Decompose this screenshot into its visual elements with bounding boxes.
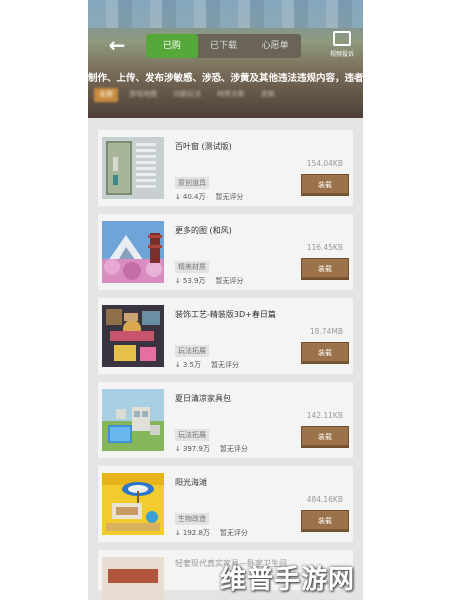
furniture-thumbnail [102, 557, 164, 600]
watermark: 维普手游网 [219, 565, 355, 595]
item-rating: 暂无评分 [211, 361, 240, 369]
item-size: 484.16KB [306, 495, 343, 504]
list-item[interactable]: 装饰工艺-精装版3D+春日篇 18.74MB 玩法拓展 ↓ 3.5万 暂无评分 装载 [98, 298, 353, 374]
sunny-beach-thumbnail [102, 473, 164, 535]
message-icon [333, 31, 351, 46]
filter-maps[interactable]: 游戏地图 [124, 88, 162, 102]
item-title: 装饰工艺-精装版3D+春日篇 [175, 310, 276, 319]
item-tag: 玩法拓展 [175, 429, 209, 441]
feedback-button[interactable]: 视频投诉 [324, 31, 360, 58]
header: ← 已购 已下载 心愿单 视频投诉 制作、上传、发布涉敏感、涉恐、涉黄及其他违法… [88, 0, 363, 118]
item-size: 154.04KB [306, 159, 343, 168]
warning-banner: 制作、上传、发布涉敏感、涉恐、涉黄及其他违法违规内容，违者将 [88, 73, 363, 84]
list-item[interactable]: 夏日清凉家具包 142.11KB 玩法拓展 ↓ 397.9万 暂无评分 装载 [98, 382, 353, 458]
tab-wishlist[interactable]: 心愿单 [249, 34, 301, 58]
list-item[interactable]: 阳光海滩 484.16KB 生物改造 ↓ 192.8万 暂无评分 装载 [98, 466, 353, 542]
back-arrow-icon[interactable]: ← [106, 34, 128, 56]
tab-downloaded[interactable]: 已下载 [198, 34, 250, 58]
item-stats: ↓ 40.4万 暂无评分 [175, 192, 243, 202]
filter-textures[interactable]: 材质光影 [212, 88, 250, 102]
filter-gameplay[interactable]: 功能玩法 [168, 88, 206, 102]
item-size: 116.45KB [306, 243, 343, 252]
download-icon: ↓ [175, 529, 181, 537]
feedback-label: 视频投诉 [329, 51, 354, 58]
item-rating: 暂无评分 [219, 529, 248, 537]
japanese-scenery-thumbnail [102, 221, 164, 283]
item-size: 18.74MB [309, 327, 343, 336]
item-rating: 暂无评分 [215, 277, 244, 285]
download-icon: ↓ [175, 193, 181, 201]
download-icon: ↓ [175, 361, 181, 369]
filter-all[interactable]: 全部 [94, 88, 118, 102]
install-button[interactable]: 装载 [301, 174, 349, 196]
item-rating: 暂无评分 [215, 193, 244, 201]
item-size: 142.11KB [306, 411, 343, 420]
list-item[interactable]: 百叶窗 (测试版) 154.04KB 原创道具 ↓ 40.4万 暂无评分 装载 [98, 130, 353, 206]
item-downloads: 40.4万 [182, 193, 206, 201]
item-downloads: 53.9万 [182, 277, 206, 285]
item-title: 阳光海滩 [175, 478, 207, 487]
item-list: 百叶窗 (测试版) 154.04KB 原创道具 ↓40.4万暂无评分 装载 [98, 130, 353, 600]
summer-furniture-thumbnail [102, 389, 164, 451]
install-button[interactable]: 装载 [301, 510, 349, 532]
download-icon: ↓ [175, 277, 181, 285]
item-stats: ↓ 53.9万 暂无评分 [175, 276, 243, 286]
item-downloads: 397.9万 [182, 445, 210, 453]
download-icon: ↓ [175, 445, 181, 453]
install-button[interactable]: 装载 [301, 426, 349, 448]
install-button[interactable]: 装载 [301, 258, 349, 280]
item-tag: 精美材质 [175, 261, 209, 273]
tab-purchased[interactable]: 已购 [146, 34, 198, 58]
item-rating: 暂无评分 [219, 445, 248, 453]
list-item[interactable]: 更多的图 (和风) 116.45KB 精美材质 ↓ 53.9万 暂无评分 装载 [98, 214, 353, 290]
item-tag: 原创道具 [175, 177, 209, 189]
install-button[interactable]: 装载 [301, 342, 349, 364]
item-tag: 玩法拓展 [175, 345, 209, 357]
filter-skins[interactable]: 皮肤 [256, 88, 280, 102]
item-title: 夏日清凉家具包 [175, 394, 231, 403]
item-downloads: 3.5万 [182, 361, 202, 369]
blinds-thumbnail [102, 137, 164, 199]
item-downloads: 192.8万 [182, 529, 210, 537]
item-tag: 生物改造 [175, 513, 209, 525]
header-background [88, 0, 363, 28]
item-title: 百叶窗 (测试版) [175, 142, 232, 151]
filter-bar: 全部 游戏地图 功能玩法 材质光影 皮肤 [94, 88, 359, 102]
decoration-3d-thumbnail [102, 305, 164, 367]
item-stats: ↓ 192.8万 暂无评分 [175, 528, 248, 538]
phone-screen: ← 已购 已下载 心愿单 视频投诉 制作、上传、发布涉敏感、涉恐、涉黄及其他违法… [88, 0, 363, 600]
item-stats: ↓ 3.5万 暂无评分 [175, 360, 239, 370]
tab-bar: 已购 已下载 心愿单 [146, 34, 301, 58]
item-title: 更多的图 (和风) [175, 226, 232, 235]
item-stats: ↓ 397.9万 暂无评分 [175, 444, 248, 454]
